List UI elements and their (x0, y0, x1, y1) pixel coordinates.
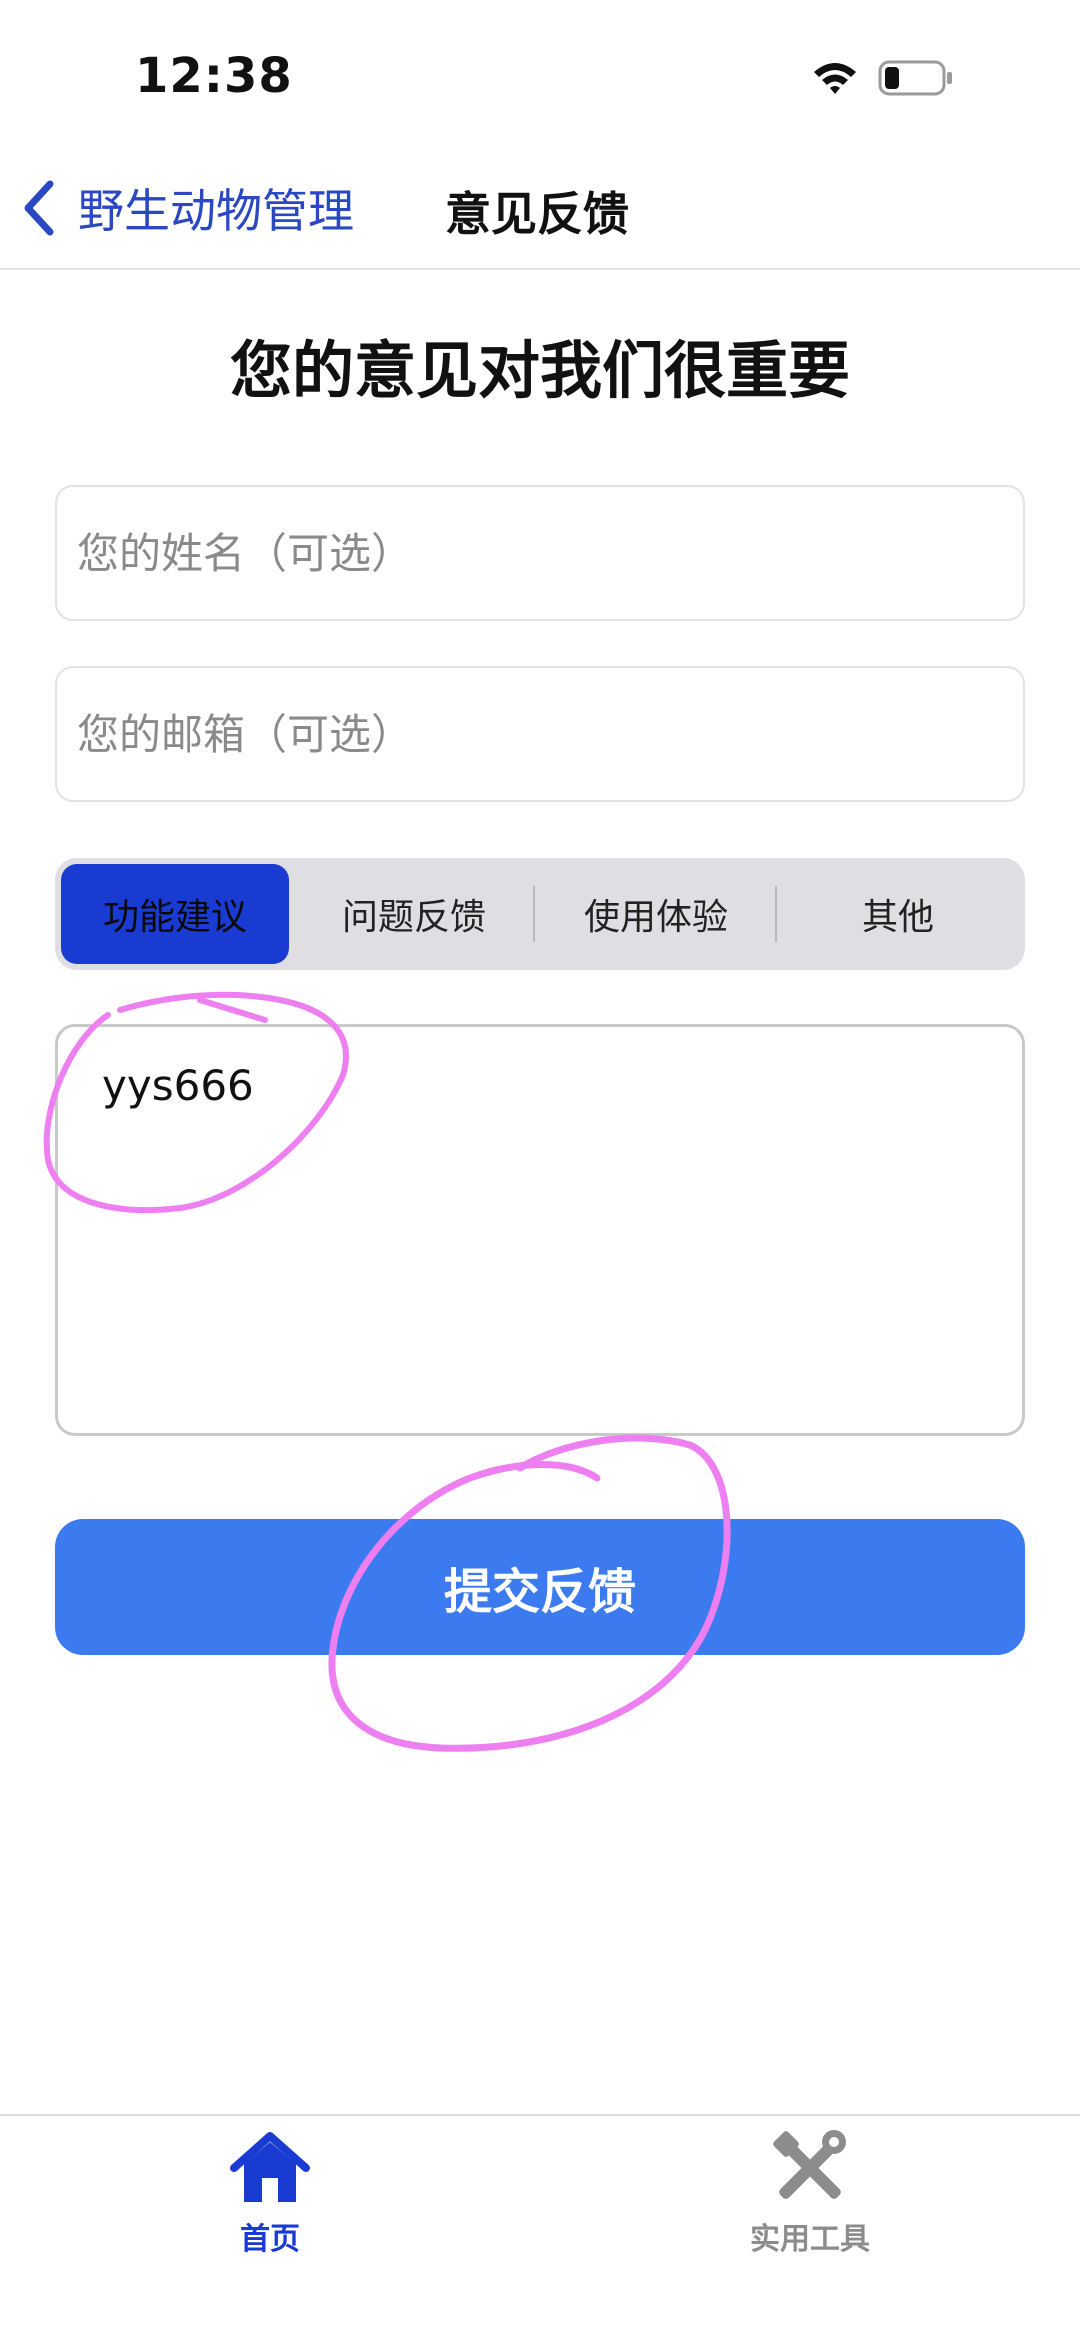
battery-icon (878, 60, 952, 96)
segment-other[interactable]: 其他 (777, 864, 1019, 964)
feedback-category-selector: 功能建议 问题反馈 使用体验 其他 (55, 858, 1025, 970)
tab-home[interactable]: 首页 (170, 2130, 370, 2260)
status-time: 12:38 (135, 48, 293, 104)
back-label: 野生动物管理 (78, 184, 354, 238)
tab-label: 实用工具 (750, 2222, 870, 2257)
back-button[interactable]: 野生动物管理 (20, 170, 354, 246)
status-bar: 12:38 (0, 0, 1080, 150)
tab-label: 首页 (240, 2222, 300, 2257)
home-icon (230, 2132, 310, 2202)
page-heading: 您的意见对我们很重要 (229, 334, 850, 407)
feedback-screen: 12:38 野生动物管理 意见反馈 您的意见对我们很重要 功能建议 (0, 0, 1080, 2341)
chevron-left-icon (24, 180, 54, 236)
submit-feedback-button[interactable]: 提交反馈 (55, 1519, 1025, 1655)
tools-icon (773, 2130, 846, 2199)
name-field[interactable] (55, 485, 1025, 621)
segment-label: 问题反馈 (341, 897, 486, 938)
segment-label: 使用体验 (583, 897, 728, 938)
segment-user-experience[interactable]: 使用体验 (535, 864, 777, 964)
wifi-icon (814, 63, 856, 94)
feedback-textarea[interactable] (55, 1024, 1025, 1436)
tab-bar: 首页 实用工具 (0, 2114, 1080, 2341)
navigation-bar: 野生动物管理 意见反馈 (0, 150, 1080, 270)
tab-tools[interactable]: 实用工具 (710, 2130, 910, 2260)
segment-problem-report[interactable]: 问题反馈 (293, 864, 535, 964)
segment-label: 其他 (861, 897, 934, 938)
segment-label: 功能建议 (102, 897, 247, 938)
nav-title: 意见反馈 (445, 187, 629, 241)
email-field[interactable] (55, 666, 1025, 802)
segment-feature-suggestion[interactable]: 功能建议 (61, 864, 289, 964)
